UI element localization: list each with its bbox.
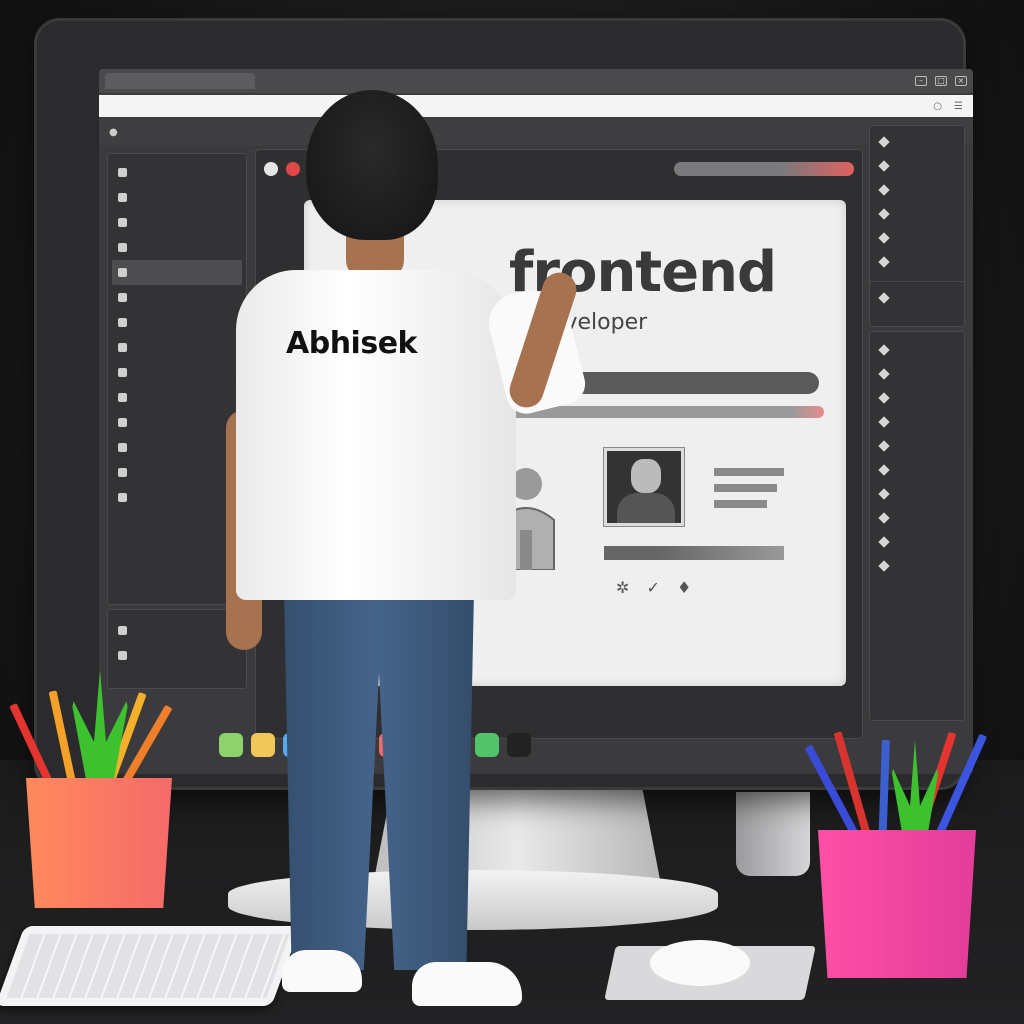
sidebar-item-active[interactable] [112, 260, 242, 285]
placeholder-bar [604, 546, 784, 560]
file-icon [118, 293, 127, 302]
right-sidebar-item[interactable] [874, 178, 960, 202]
sidebar-item[interactable] [112, 285, 242, 310]
right-sidebar-item[interactable] [874, 410, 960, 434]
diamond-icon [878, 536, 890, 548]
sidebar-item[interactable] [112, 335, 242, 360]
right-sidebar-bottom [869, 331, 965, 721]
right-sidebar-item[interactable] [874, 226, 960, 250]
sidebar-item[interactable] [112, 435, 242, 460]
diamond-icon [878, 440, 890, 452]
diamond-icon [878, 160, 890, 172]
jeans [284, 590, 474, 970]
diamond-icon [878, 292, 890, 304]
right-sidebar-item[interactable] [874, 362, 960, 386]
sidebar-item[interactable] [112, 485, 242, 510]
right-sidebar-item[interactable] [874, 250, 960, 274]
sidebar-item[interactable] [112, 235, 242, 260]
diamond-icon [878, 416, 890, 428]
shoe-left [282, 950, 362, 992]
right-sidebar-item[interactable] [874, 434, 960, 458]
file-icon [118, 268, 127, 277]
shirt-name-text: Abhisek [286, 326, 418, 361]
diamond-icon [878, 464, 890, 476]
diamond-icon [878, 488, 890, 500]
hair [306, 90, 438, 240]
minimize-icon[interactable]: – [915, 76, 927, 86]
file-icon [118, 343, 127, 352]
diamond-icon [878, 392, 890, 404]
sidebar-item[interactable] [112, 410, 242, 435]
sidebar-item[interactable] [112, 210, 242, 235]
right-sidebar-item[interactable] [874, 154, 960, 178]
diamond-icon [878, 344, 890, 356]
right-sidebar-item[interactable] [874, 338, 960, 362]
text-placeholder-lines [714, 468, 784, 516]
diamond-icon [878, 560, 890, 572]
sidebar-item[interactable] [112, 310, 242, 335]
diamond-icon [118, 626, 127, 635]
sidebar-item[interactable] [112, 160, 242, 185]
sidebar-item[interactable] [112, 185, 242, 210]
search-icon[interactable]: ○ [933, 101, 942, 112]
right-sidebar-item[interactable] [874, 286, 960, 310]
file-icon [118, 418, 127, 427]
diamond-icon [118, 651, 127, 660]
diamond-icon [878, 208, 890, 220]
pencil-cup-left [26, 778, 172, 908]
browser-tab[interactable] [105, 73, 255, 89]
shoe-right [412, 962, 522, 1006]
photo-icon [603, 447, 685, 527]
sidebar-item[interactable] [112, 360, 242, 385]
right-sidebar-item[interactable] [874, 482, 960, 506]
right-sidebar-item[interactable] [874, 386, 960, 410]
file-icon [118, 393, 127, 402]
file-icon [118, 218, 127, 227]
diamond-icon [878, 136, 890, 148]
pencil-cup-right [818, 830, 976, 978]
file-icon [118, 193, 127, 202]
diamond-icon [878, 512, 890, 524]
diamond-icon [878, 184, 890, 196]
file-icon [118, 493, 127, 502]
toolbar-dot-icon[interactable]: ● [109, 127, 118, 138]
social-icons[interactable]: ✲ ✓ ♦ [616, 578, 697, 597]
sidebar-item[interactable] [112, 643, 242, 668]
monitor-stand-rear [736, 792, 810, 876]
right-sidebar-item[interactable] [874, 554, 960, 578]
close-icon[interactable]: × [955, 76, 967, 86]
file-icon [118, 318, 127, 327]
maximize-icon[interactable]: □ [935, 76, 947, 86]
t-shirt [236, 270, 516, 600]
file-icon [118, 368, 127, 377]
right-sidebar-item[interactable] [874, 202, 960, 226]
sidebar-item[interactable] [112, 385, 242, 410]
developer-figure: Abhisek [226, 90, 590, 1010]
file-icon [118, 468, 127, 477]
right-sidebar-item[interactable] [874, 458, 960, 482]
right-sidebar-item[interactable] [874, 506, 960, 530]
file-icon [118, 243, 127, 252]
mouse[interactable] [650, 940, 750, 986]
diamond-icon [878, 368, 890, 380]
right-sidebar-middle [869, 281, 965, 327]
menu-icon[interactable]: ☰ [954, 101, 963, 112]
sidebar-item[interactable] [112, 618, 242, 643]
right-sidebar-item[interactable] [874, 530, 960, 554]
diamond-icon [878, 232, 890, 244]
sidebar-item[interactable] [112, 460, 242, 485]
file-icon [118, 443, 127, 452]
folder-icon [118, 168, 127, 177]
diamond-icon [878, 256, 890, 268]
right-sidebar-item[interactable] [874, 130, 960, 154]
editor-progress-bar [674, 162, 854, 176]
